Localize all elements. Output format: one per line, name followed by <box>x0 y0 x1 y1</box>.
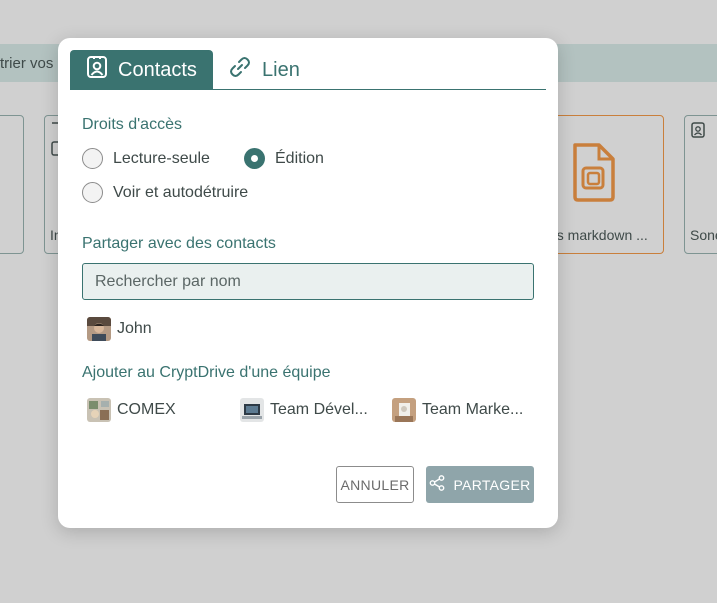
contact-card-icon <box>691 122 705 143</box>
contact-search-input[interactable] <box>82 263 534 300</box>
radio-edit[interactable]: Édition <box>244 148 324 169</box>
background-file-label: Sone <box>690 227 717 243</box>
team-item-comex[interactable]: COMEX <box>87 398 176 422</box>
access-rights-title: Droits d'accès <box>82 116 182 133</box>
radio-read-only-label: Lecture-seule <box>113 149 210 167</box>
markdown-document-icon <box>569 142 619 207</box>
share-button-label: PARTAGER <box>453 476 531 493</box>
share-icon <box>429 475 453 494</box>
contact-card-icon <box>86 55 118 85</box>
radio-circle[interactable] <box>82 148 103 169</box>
teams-title: Ajouter au CryptDrive d'une équipe <box>82 364 331 381</box>
team-item-dev[interactable]: Team Dével... <box>240 398 368 422</box>
background-toolbar-text: trier vos <box>0 55 54 72</box>
radio-view-self-destruct[interactable]: Voir et autodétruire <box>82 182 248 203</box>
radio-edit-label: Édition <box>275 149 324 167</box>
background-file-label: es markdown ... <box>549 227 648 243</box>
background-file-card: Sone <box>684 115 717 254</box>
team-item-marketing[interactable]: Team Marke... <box>392 398 523 422</box>
team-name: Team Marke... <box>422 401 524 418</box>
tab-link[interactable]: Lien <box>228 50 300 90</box>
avatar <box>392 398 416 422</box>
background-file-card <box>0 115 24 254</box>
radio-view-self-destruct-label: Voir et autodétruire <box>113 183 249 201</box>
cancel-button[interactable]: ANNULER <box>336 466 414 503</box>
tab-link-label: Lien <box>262 58 300 81</box>
share-button[interactable]: PARTAGER <box>426 466 534 503</box>
share-tabs: Contacts Lien <box>70 50 546 90</box>
contact-item-john[interactable]: John <box>87 317 152 341</box>
share-modal: Contacts Lien Droits d'accès Lecture-seu… <box>58 38 558 528</box>
team-name: Team Dével... <box>270 401 368 418</box>
share-contacts-title: Partager avec des contacts <box>82 235 276 252</box>
contact-name: John <box>117 320 152 337</box>
avatar <box>240 398 264 422</box>
radio-circle-checked[interactable] <box>244 148 265 169</box>
radio-read-only[interactable]: Lecture-seule <box>82 148 210 169</box>
avatar <box>87 317 111 341</box>
tab-contacts[interactable]: Contacts <box>70 50 213 90</box>
team-name: COMEX <box>117 401 176 418</box>
tab-contacts-label: Contacts <box>118 58 197 81</box>
radio-circle[interactable] <box>82 182 103 203</box>
avatar <box>87 398 111 422</box>
link-icon <box>228 55 262 85</box>
